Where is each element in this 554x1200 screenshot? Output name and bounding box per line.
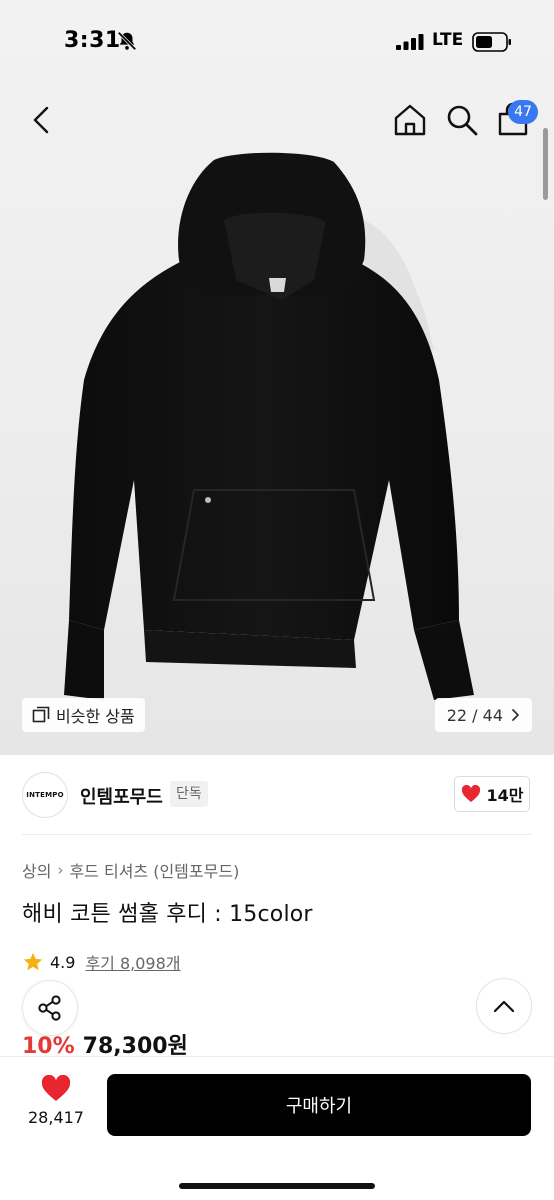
brand-row: INTEMPO 인템포무드 단독 14만 bbox=[0, 770, 554, 820]
star-icon bbox=[23, 952, 43, 971]
signal-icon bbox=[396, 34, 424, 50]
product-image-gallery[interactable]: 3:31 LTE 47 비슷한 상품 22 / 44 bbox=[0, 0, 554, 755]
breadcrumb-category[interactable]: 상의 bbox=[22, 858, 51, 882]
share-icon bbox=[38, 995, 61, 1021]
wishlist-button[interactable]: 28,417 bbox=[18, 1075, 94, 1153]
chevron-right-icon bbox=[512, 709, 519, 721]
home-indicator[interactable] bbox=[179, 1183, 375, 1189]
brand-like-button[interactable]: 14만 bbox=[454, 776, 530, 812]
exclusive-badge: 단독 bbox=[170, 781, 208, 807]
cart-count-badge: 47 bbox=[508, 100, 538, 124]
home-icon[interactable] bbox=[392, 102, 428, 138]
product-title: 해비 코튼 썸홀 후디 : 15color bbox=[22, 902, 313, 927]
image-counter-label: 22 / 44 bbox=[446, 705, 503, 725]
breadcrumb-subcategory[interactable]: 후드 티셔츠 (인템포무드) bbox=[69, 858, 239, 882]
chevron-left-icon bbox=[33, 106, 49, 134]
brand-name[interactable]: 인템포무드 bbox=[80, 783, 163, 809]
brand-like-count: 14만 bbox=[486, 786, 524, 805]
network-label: LTE bbox=[432, 30, 464, 50]
similar-products-label: 비슷한 상품 bbox=[56, 707, 135, 726]
image-counter[interactable]: 22 / 44 bbox=[434, 698, 532, 732]
breadcrumb: 상의 › 후드 티셔츠 (인템포무드) bbox=[22, 858, 239, 882]
heart-icon bbox=[461, 785, 480, 802]
divider bbox=[22, 834, 532, 835]
heart-icon bbox=[41, 1075, 71, 1101]
share-button[interactable] bbox=[22, 980, 78, 1036]
scrollbar[interactable] bbox=[543, 128, 548, 200]
scroll-top-button[interactable] bbox=[476, 978, 532, 1034]
status-time: 3:31 bbox=[64, 28, 121, 53]
breadcrumb-separator-icon: › bbox=[57, 861, 64, 879]
brand-logo[interactable]: INTEMPO bbox=[22, 772, 68, 818]
buy-button[interactable]: 구매하기 bbox=[107, 1074, 531, 1136]
back-button[interactable] bbox=[24, 100, 58, 140]
bottom-action-bar: 28,417 구매하기 bbox=[0, 1056, 554, 1200]
search-icon[interactable] bbox=[444, 102, 480, 138]
review-link[interactable]: 후기 8,098개 bbox=[85, 950, 180, 974]
rating-score: 4.9 bbox=[50, 952, 76, 972]
brand-logo-text: INTEMPO bbox=[26, 791, 64, 799]
bell-off-icon bbox=[117, 31, 137, 51]
rating-row: 4.9 후기 8,098개 bbox=[22, 950, 181, 974]
similar-products-button[interactable]: 비슷한 상품 bbox=[22, 698, 145, 732]
wishlist-count: 28,417 bbox=[28, 1108, 84, 1127]
battery-icon bbox=[472, 32, 511, 52]
product-photo bbox=[64, 152, 474, 700]
status-bar: 3:31 LTE bbox=[0, 0, 554, 84]
similar-products-icon bbox=[32, 706, 50, 723]
chevron-up-icon bbox=[493, 1000, 515, 1013]
